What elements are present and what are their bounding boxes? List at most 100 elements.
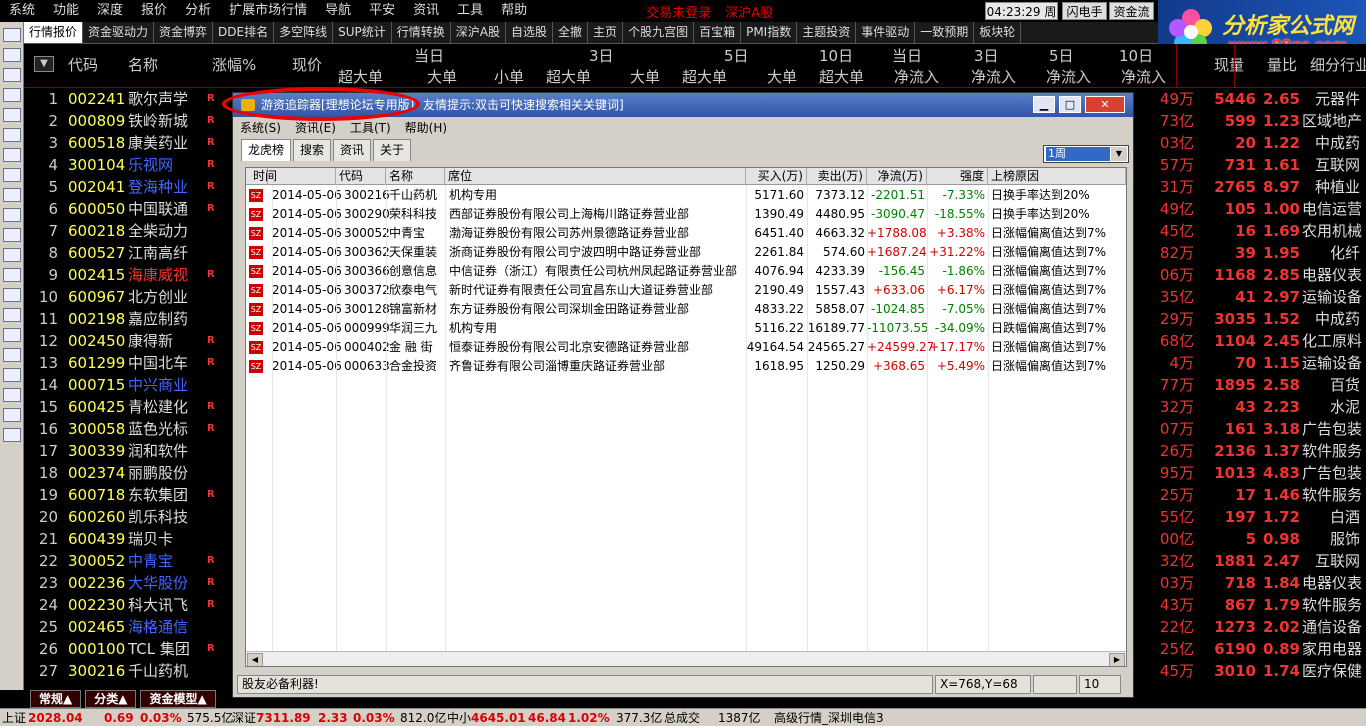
dice-icon[interactable] — [3, 348, 21, 362]
col-header-6[interactable]: 净流(万) — [867, 168, 927, 185]
f10-icon[interactable] — [3, 208, 21, 222]
up-arrow-icon[interactable] — [3, 48, 21, 62]
tab-14[interactable]: 主题投资 — [797, 22, 857, 43]
sort-icon[interactable] — [3, 328, 21, 342]
table-row[interactable]: SZ 2014-05-06 000999 华润三九 机构专用 5116.22 16189.7… — [246, 319, 1126, 338]
col-l-5d[interactable]: 大单 — [767, 66, 797, 87]
menu-item-nav[interactable]: 导航 — [316, 0, 360, 22]
menu-item-ext-market[interactable]: 扩展市场行情 — [220, 0, 316, 22]
menu-item-depth[interactable]: 深度 — [88, 0, 132, 22]
col-net-today[interactable]: 净流入 — [894, 66, 939, 87]
tab-6[interactable]: 行情转换 — [392, 22, 451, 43]
menu-item-tools[interactable]: 工具 — [448, 0, 492, 22]
tab-7[interactable]: 深沪A股 — [451, 22, 507, 43]
tab-10[interactable]: 主页 — [588, 22, 624, 43]
col-xl-today[interactable]: 超大单 — [338, 66, 383, 87]
tab-5[interactable]: SUP统计 — [333, 22, 392, 43]
table-row[interactable]: SZ 2014-05-06 300366 创意信息 中信证券（浙江）有限责任公司杭州凤起… — [246, 262, 1126, 281]
table-row[interactable]: SZ 2014-05-06 300290 荣科科技 西部证券股份有限公司上海梅川路证券营… — [246, 205, 1126, 224]
col-volume[interactable]: 现量 — [1214, 54, 1244, 75]
wmenu-help[interactable]: 帮助(H) — [398, 119, 454, 136]
tab-12[interactable]: 百宝箱 — [694, 22, 742, 43]
tab-1[interactable]: 资金驱动力 — [83, 22, 155, 43]
etf-icon[interactable] — [3, 368, 21, 382]
table-row[interactable]: SZ 2014-05-06 300052 中青宝 渤海证券股份有限公司苏州景德路证券营业… — [246, 224, 1126, 243]
tab-news[interactable]: 资讯 — [333, 139, 372, 161]
table-row[interactable]: SZ 2014-05-06 000633 合金投资 齐鲁证券有限公司淄博重庆路证券营业部… — [246, 357, 1126, 376]
tab-8[interactable]: 自选股 — [506, 22, 554, 43]
col-xl-10d[interactable]: 超大单 — [819, 66, 864, 87]
col-net-10d[interactable]: 净流入 — [1121, 66, 1166, 87]
col-header-1[interactable]: 代码 — [336, 168, 386, 185]
col-change[interactable]: 涨幅% — [212, 54, 256, 75]
col-code[interactable]: 代码 — [68, 54, 98, 75]
table-row[interactable]: SZ 2014-05-06 300372 欣泰电气 新时代证券有限责任公司宜昌东山大道证… — [246, 281, 1126, 300]
col-name[interactable]: 名称 — [128, 54, 158, 75]
tab-search[interactable]: 搜索 — [293, 139, 332, 161]
compare-icon[interactable] — [3, 288, 21, 302]
line-chart-icon[interactable] — [3, 128, 21, 142]
tab-11[interactable]: 个股九宫图 — [623, 22, 695, 43]
tab-13[interactable]: PMI指数 — [741, 22, 798, 43]
col-net-3d[interactable]: 净流入 — [971, 66, 1016, 87]
login-icon[interactable] — [3, 388, 21, 402]
table-row[interactable]: SZ 2014-05-06 300362 天保重装 浙商证券股份有限公司宁波四明中路证券… — [246, 243, 1126, 262]
tab-fund-model[interactable]: 资金模型▲ — [140, 690, 216, 708]
minimize-icon[interactable]: ▁ — [1033, 96, 1055, 113]
col-l-today[interactable]: 大单 — [427, 66, 457, 87]
col-xl-5d[interactable]: 超大单 — [682, 66, 727, 87]
col-industry[interactable]: 细分行业 — [1310, 54, 1366, 75]
col-header-7[interactable]: 强度 — [927, 168, 988, 185]
tab-about[interactable]: 关于 — [373, 139, 412, 161]
col-header-0[interactable]: 时间 — [250, 168, 336, 185]
grid-icon[interactable] — [3, 168, 21, 182]
table-row[interactable]: SZ 2014-05-06 300216 千山药机 机构专用 5171.60 7373.12… — [246, 186, 1126, 205]
col-price[interactable]: 现价 — [292, 54, 322, 75]
function-icon[interactable] — [3, 248, 21, 262]
candle-chart-icon[interactable] — [3, 148, 21, 162]
tab-15[interactable]: 事件驱动 — [856, 22, 916, 43]
settings-icon[interactable] — [3, 428, 21, 442]
menu-item-quote[interactable]: 报价 — [132, 0, 176, 22]
col-header-4[interactable]: 买入(万) — [746, 168, 807, 185]
tab-category[interactable]: 分类▲ — [85, 690, 137, 708]
tab-17[interactable]: 板块轮 — [974, 22, 1022, 43]
finance-icon[interactable] — [3, 188, 21, 202]
formula-icon[interactable] — [3, 268, 21, 282]
table-row[interactable]: SZ 2014-05-06 300128 锦富新材 东方证券股份有限公司深圳金田路证券营… — [246, 300, 1126, 319]
tab-dragon-tiger[interactable]: 龙虎榜 — [241, 139, 292, 161]
chevron-down-icon[interactable]: ▼ — [1111, 147, 1127, 161]
col-header-2[interactable]: 名称 — [386, 168, 445, 185]
scroll-left-icon[interactable]: ◀ — [247, 653, 263, 666]
down-arrow-icon[interactable] — [3, 68, 21, 82]
detail-list-icon[interactable] — [3, 108, 21, 122]
dropdown-arrow-icon[interactable]: ▼ — [34, 56, 54, 72]
col-header-5[interactable]: 卖出(万) — [807, 168, 867, 185]
tab-9[interactable]: 全撤 — [553, 22, 589, 43]
menu-item-function[interactable]: 功能 — [44, 0, 88, 22]
trade-icon[interactable] — [3, 408, 21, 422]
tab-0[interactable]: 行情报价 — [24, 22, 84, 43]
menu-item-analysis[interactable]: 分析 — [176, 0, 220, 22]
scroll-right-icon[interactable]: ▶ — [1109, 653, 1125, 666]
tab-2[interactable]: 资金博弈 — [154, 22, 214, 43]
flash-trade-button[interactable]: 闪电手 — [1062, 2, 1107, 20]
horizontal-scrollbar[interactable]: ◀ ▶ — [246, 651, 1126, 666]
col-net-5d[interactable]: 净流入 — [1046, 66, 1091, 87]
folder-icon[interactable] — [3, 308, 21, 322]
close-icon[interactable]: ✕ — [1085, 96, 1125, 113]
col-header-8[interactable]: 上榜原因 — [988, 168, 1126, 185]
tab-4[interactable]: 多空阵线 — [274, 22, 334, 43]
period-select[interactable]: 1周 ▼ — [1043, 145, 1129, 163]
report-icon[interactable] — [3, 228, 21, 242]
col-s-today[interactable]: 小单 — [494, 66, 524, 87]
col-ratio[interactable]: 量比 — [1267, 54, 1297, 75]
table-row[interactable]: SZ 2014-05-06 000402 金 融 街 恒泰证券股份有限公司北京安德路证券… — [246, 338, 1126, 357]
wmenu-news[interactable]: 资讯(E) — [288, 119, 343, 136]
wmenu-tools[interactable]: 工具(T) — [343, 119, 398, 136]
menu-item-news[interactable]: 资讯 — [404, 0, 448, 22]
menu-item-help[interactable]: 帮助 — [492, 0, 536, 22]
tab-3[interactable]: DDE排名 — [213, 22, 275, 43]
fund-flow-button[interactable]: 资金流 — [1109, 2, 1154, 20]
col-xl-3d[interactable]: 超大单 — [546, 66, 591, 87]
